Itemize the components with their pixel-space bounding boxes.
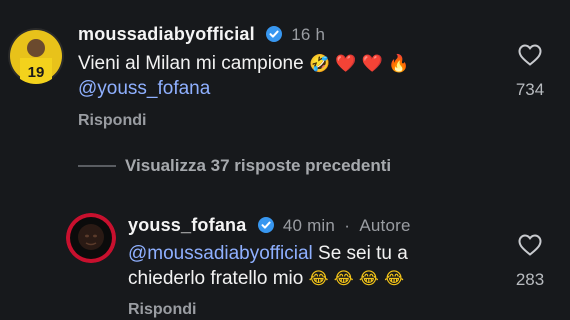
comment-body: chiederlo fratello mio (128, 268, 304, 289)
heart-emoji: ❤️ (335, 54, 357, 74)
comment-author-header: youss_fofana 40 min · Autore (128, 215, 411, 236)
avatar-moussadiabyofficial[interactable]: 19 (8, 28, 64, 84)
tears-of-joy-emoji: 😂 (358, 269, 379, 289)
tears-of-joy-emoji: 😂 (384, 269, 404, 289)
thread-line (78, 165, 116, 167)
comment-body: Vieni al Milan mi campione (78, 53, 304, 74)
avatar-image (66, 213, 116, 263)
avatar-youss-fofana[interactable] (66, 213, 116, 263)
heart-emoji: ❤️ (361, 54, 384, 74)
comment-author-header: moussadiabyofficial 16 h (78, 24, 325, 45)
separator-dot: · (344, 216, 351, 235)
avatar-jersey-number: 19 (28, 64, 45, 81)
comment-body: Se sei tu a (318, 243, 408, 264)
tears-of-joy-emoji: 😂 (333, 269, 354, 289)
reply-button[interactable]: Rispondi (128, 301, 196, 319)
username[interactable]: youss_fofana (128, 215, 246, 235)
comment-text-line-2: chiederlo fratello mio 😂 😂 😂 😂 (128, 265, 404, 293)
view-previous-replies-button[interactable]: Visualizza 37 risposte precedenti (125, 156, 391, 176)
reply-button[interactable]: Rispondi (78, 112, 146, 130)
mention-link[interactable]: @youss_fofana (78, 75, 210, 102)
like-heart-icon[interactable] (518, 234, 542, 256)
comment-text-line-1: @moussadiabyofficial Se sei tu a (128, 240, 408, 267)
comment-timestamp: 16 h (291, 25, 326, 44)
verified-badge-icon (266, 26, 283, 42)
author-tag: Autore (359, 216, 411, 235)
avatar-image: 19 (8, 28, 64, 84)
like-heart-icon[interactable] (518, 44, 542, 66)
fire-emoji: 🔥 (388, 54, 410, 74)
comments-panel: 19 moussadiabyofficial 16 h Vieni al Mil… (0, 0, 570, 320)
like-count: 283 (515, 270, 545, 289)
comment-text: Vieni al Milan mi campione 🤣 ❤️ ❤️ 🔥 (78, 50, 409, 78)
comment-timestamp: 40 min (282, 216, 336, 235)
username[interactable]: moussadiabyofficial (78, 24, 255, 44)
mention-link[interactable]: @moussadiabyofficial (128, 243, 313, 264)
verified-badge-icon (257, 217, 274, 233)
tears-of-joy-emoji: 😂 (308, 269, 329, 289)
like-count: 734 (515, 80, 545, 99)
rofl-emoji: 🤣 (308, 54, 331, 74)
